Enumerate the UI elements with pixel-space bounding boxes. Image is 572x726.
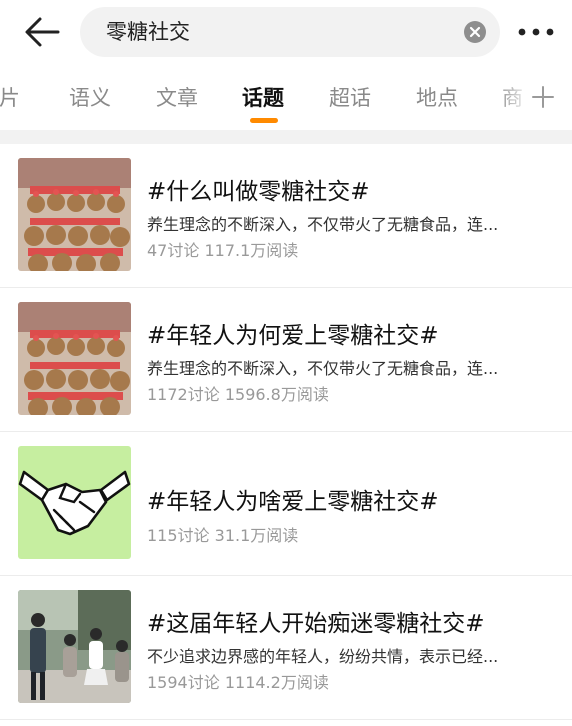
topic-title: #这届年轻人开始痴迷零糖社交# xyxy=(147,611,485,637)
people-photo xyxy=(18,590,131,703)
topic-stats: 1594讨论 1114.2万阅读 xyxy=(147,669,329,693)
topic-row[interactable]: #什么叫做零糖社交# 养生理念的不断深入，不仅带火了无糖食品，连... 47讨论… xyxy=(0,144,572,288)
tab-super-topics[interactable]: 超话 xyxy=(329,70,371,126)
back-button[interactable] xyxy=(22,14,62,50)
handshake-icon xyxy=(18,446,131,559)
read-count: 117.1万阅读 xyxy=(204,241,299,260)
topic-description: 不少追求边界感的年轻人，纷纷共情，表示已经... xyxy=(147,647,499,666)
topic-list: #什么叫做零糖社交# 养生理念的不断深入，不仅带火了无糖食品，连... 47讨论… xyxy=(0,144,572,720)
plush-toys-photo xyxy=(18,158,131,271)
plush-toys-photo xyxy=(18,302,131,415)
topic-thumbnail xyxy=(18,590,131,703)
category-tabs: 图片 语义 文章 话题 超话 地点 商 xyxy=(0,70,572,126)
topic-row[interactable]: #这届年轻人开始痴迷零糖社交# 不少追求边界感的年轻人，纷纷共情，表示已经...… xyxy=(0,576,572,720)
topic-title: #年轻人为啥爱上零糖社交# xyxy=(147,489,439,515)
read-count: 31.1万阅读 xyxy=(214,526,299,545)
search-input[interactable]: 零糖社交 xyxy=(80,7,500,57)
arrow-left-icon xyxy=(25,17,60,47)
tab-images[interactable]: 图片 xyxy=(0,70,20,126)
add-tab-button[interactable] xyxy=(528,82,558,112)
tab-articles[interactable]: 文章 xyxy=(156,70,198,126)
section-divider xyxy=(0,130,572,144)
topic-thumbnail xyxy=(18,446,131,559)
clear-search-button[interactable] xyxy=(464,21,486,43)
topic-stats: 115讨论 31.1万阅读 xyxy=(147,522,298,546)
topic-description: 养生理念的不断深入，不仅带火了无糖食品，连... xyxy=(147,215,499,234)
search-query: 零糖社交 xyxy=(106,20,190,44)
tabs-fade-overlay xyxy=(496,70,532,126)
read-count: 1596.8万阅读 xyxy=(224,385,329,404)
tab-locations[interactable]: 地点 xyxy=(416,70,458,126)
topic-thumbnail xyxy=(18,158,131,271)
discussion-count: 1172讨论 xyxy=(147,385,220,404)
topic-title: #什么叫做零糖社交# xyxy=(147,179,370,205)
more-button[interactable] xyxy=(516,20,556,44)
topic-row[interactable]: #年轻人为啥爱上零糖社交# 115讨论 31.1万阅读 xyxy=(0,432,572,576)
active-tab-indicator xyxy=(250,118,278,123)
discussion-count: 47讨论 xyxy=(147,241,200,260)
discussion-count: 1594讨论 xyxy=(147,673,220,692)
search-header: 零糖社交 xyxy=(0,0,572,64)
topic-title: #年轻人为何爱上零糖社交# xyxy=(147,323,439,349)
topic-thumbnail xyxy=(18,302,131,415)
topic-search-page: 零糖社交 图片 语义 文章 话题 超话 地点 商 xyxy=(0,0,572,726)
topic-stats: 47讨论 117.1万阅读 xyxy=(147,237,298,261)
topic-row[interactable]: #年轻人为何爱上零糖社交# 养生理念的不断深入，不仅带火了无糖食品，连... 1… xyxy=(0,288,572,432)
read-count: 1114.2万阅读 xyxy=(224,673,329,692)
topic-stats: 1172讨论 1596.8万阅读 xyxy=(147,381,329,405)
plus-icon xyxy=(532,86,554,108)
more-dots-icon xyxy=(518,28,554,36)
tab-semantic[interactable]: 语义 xyxy=(69,70,111,126)
topic-description: 养生理念的不断深入，不仅带火了无糖食品，连... xyxy=(147,359,499,378)
discussion-count: 115讨论 xyxy=(147,526,210,545)
close-circle-icon xyxy=(469,26,481,38)
